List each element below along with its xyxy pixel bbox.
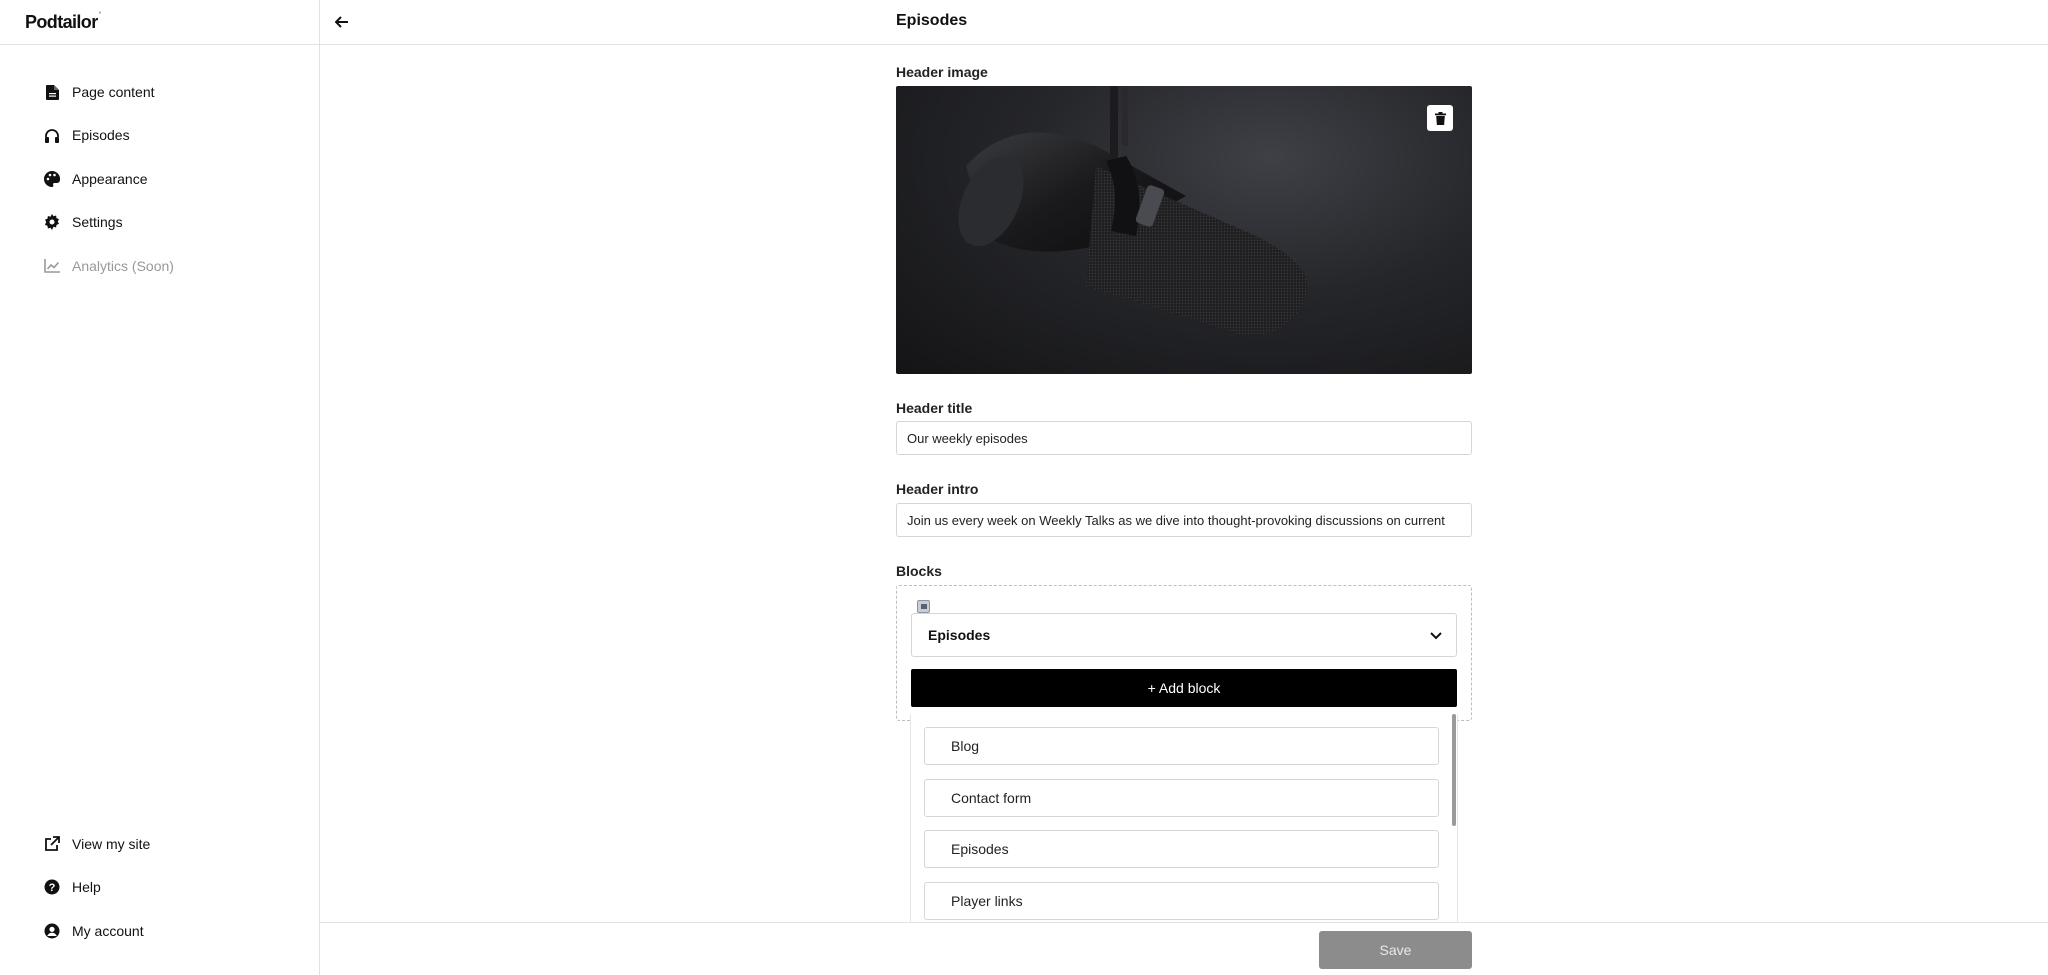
headphones-icon bbox=[44, 127, 60, 143]
sidebar-item-label: View my site bbox=[72, 836, 151, 852]
header-intro-label: Header intro bbox=[896, 481, 979, 497]
arrow-left-icon bbox=[335, 16, 348, 28]
drag-handle-icon[interactable] bbox=[917, 600, 930, 613]
blocks-label: Blocks bbox=[896, 563, 942, 579]
external-link-icon bbox=[44, 836, 60, 852]
block-options-dropdown: Blog Contact form Episodes Player links bbox=[910, 714, 1458, 922]
sidebar-item-label: Page content bbox=[72, 84, 155, 100]
sidebar-item-label: Analytics (Soon) bbox=[72, 258, 174, 274]
sidebar-item-label: Settings bbox=[72, 214, 123, 230]
sidebar-item-analytics: Analytics (Soon) bbox=[44, 253, 174, 279]
chevron-down-icon bbox=[1430, 632, 1442, 640]
chart-icon bbox=[44, 258, 60, 274]
add-block-button[interactable]: + Add block bbox=[911, 669, 1457, 707]
sidebar-item-label: Appearance bbox=[72, 171, 148, 187]
block-type-select[interactable]: Episodes bbox=[911, 613, 1457, 657]
dropdown-scrollbar[interactable] bbox=[1452, 714, 1456, 826]
footer-bar bbox=[320, 922, 2048, 975]
sidebar-divider bbox=[0, 44, 320, 45]
sidebar-item-account[interactable]: My account bbox=[44, 918, 144, 944]
option-contact-form[interactable]: Contact form bbox=[924, 779, 1439, 817]
svg-text:?: ? bbox=[49, 882, 56, 894]
sidebar-item-settings[interactable]: Settings bbox=[44, 209, 123, 235]
microphone-image bbox=[958, 86, 1308, 336]
sidebar-item-page-content[interactable]: Page content bbox=[44, 79, 155, 105]
header-image-label: Header image bbox=[896, 64, 988, 80]
podtailor-logo[interactable]: Podtailor° bbox=[25, 12, 101, 33]
sidebar-item-label: My account bbox=[72, 923, 144, 939]
sidebar-item-appearance[interactable]: Appearance bbox=[44, 166, 148, 192]
sidebar-item-label: Help bbox=[72, 879, 101, 895]
sidebar-item-label: Episodes bbox=[72, 127, 130, 143]
back-button[interactable] bbox=[330, 10, 354, 34]
option-player-links[interactable]: Player links bbox=[924, 882, 1439, 920]
sidebar-item-episodes[interactable]: Episodes bbox=[44, 122, 130, 148]
header-title-label: Header title bbox=[896, 400, 973, 416]
option-blog[interactable]: Blog bbox=[924, 727, 1439, 765]
header-image bbox=[896, 86, 1472, 374]
header-title-input[interactable] bbox=[896, 421, 1472, 455]
file-icon bbox=[44, 84, 60, 100]
block-type-value: Episodes bbox=[928, 627, 991, 643]
trash-icon bbox=[1434, 111, 1446, 125]
gear-icon bbox=[44, 214, 60, 230]
sidebar-item-view-site[interactable]: View my site bbox=[44, 831, 150, 857]
option-episodes[interactable]: Episodes bbox=[924, 830, 1439, 868]
save-button[interactable]: Save bbox=[1319, 931, 1472, 969]
sidebar: Podtailor° Page content Episodes Appeara… bbox=[0, 0, 320, 975]
sidebar-item-help[interactable]: ? Help bbox=[44, 874, 101, 900]
logo-text: Podtailor bbox=[25, 12, 98, 32]
top-bar: Episodes bbox=[320, 0, 2048, 45]
help-icon: ? bbox=[44, 879, 60, 895]
logo-mark: ° bbox=[98, 12, 101, 18]
blocks-container: Episodes + Add block bbox=[896, 585, 1472, 721]
user-circle-icon bbox=[44, 923, 60, 939]
page-title: Episodes bbox=[896, 12, 968, 29]
delete-image-button[interactable] bbox=[1427, 105, 1453, 131]
palette-icon bbox=[44, 171, 60, 187]
header-intro-input[interactable] bbox=[896, 503, 1472, 537]
